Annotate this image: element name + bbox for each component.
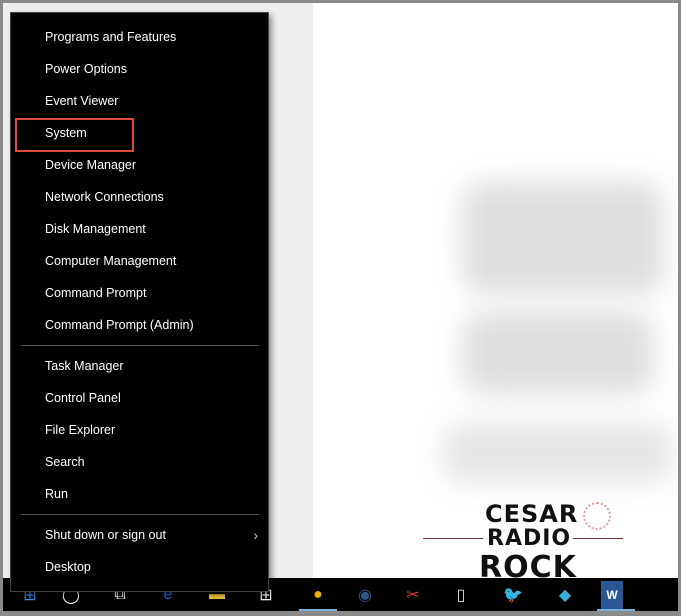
menu-item-task-manager[interactable]: Task Manager [11, 351, 268, 381]
cesar-radio-rock-logo: CESAR RADIO ROCK [423, 496, 623, 585]
menu-item-label: Device Manager [45, 158, 137, 172]
word-icon[interactable]: W [597, 581, 635, 611]
menu-item-file-explorer[interactable]: File Explorer [11, 415, 268, 445]
snipping-tool-icon[interactable]: ✂ [398, 581, 428, 609]
menu-item-shut-down-or-sign-out[interactable]: Shut down or sign out › [11, 520, 268, 550]
menu-item-run[interactable]: Run [11, 479, 268, 509]
menu-item-label: Event Viewer [45, 94, 119, 108]
menu-item-label: Search [45, 455, 85, 469]
menu-item-command-prompt[interactable]: Command Prompt [11, 278, 268, 308]
background-window [313, 3, 678, 581]
desktop: CESAR RADIO ROCK Programs and Features Po… [3, 3, 678, 611]
menu-item-network-connections[interactable]: Network Connections [11, 182, 268, 212]
menu-item-label: Command Prompt (Admin) [45, 318, 194, 332]
menu-item-label: Computer Management [45, 254, 177, 268]
menu-item-programs-and-features[interactable]: Programs and Features [11, 22, 268, 52]
menu-item-label: Disk Management [45, 222, 146, 236]
menu-item-device-manager[interactable]: Device Manager [11, 150, 268, 180]
menu-item-command-prompt-admin[interactable]: Command Prompt (Admin) [11, 310, 268, 340]
power-user-menu: Programs and Features Power Options Event … [10, 12, 269, 592]
notepad-icon[interactable]: ▯ [446, 581, 476, 609]
menu-item-event-viewer[interactable]: Event Viewer [11, 86, 268, 116]
menu-item-label: File Explorer [45, 423, 116, 437]
menu-item-label: Command Prompt [45, 286, 147, 300]
menu-item-disk-management[interactable]: Disk Management [11, 214, 268, 244]
chevron-right-icon: › [253, 527, 258, 543]
menu-item-label: Network Connections [45, 190, 164, 204]
kodi-icon[interactable]: ◆ [550, 581, 580, 609]
menu-item-power-options[interactable]: Power Options [11, 54, 268, 84]
menu-item-desktop[interactable]: Desktop [11, 552, 268, 582]
menu-item-search[interactable]: Search [11, 447, 268, 477]
steam-icon[interactable]: ◉ [350, 581, 380, 609]
menu-item-label: Run [45, 487, 68, 501]
menu-item-label: Shut down or sign out [45, 528, 166, 542]
menu-item-computer-management[interactable]: Computer Management [11, 246, 268, 276]
menu-separator [21, 514, 259, 515]
menu-item-label: Task Manager [45, 359, 124, 373]
menu-separator [21, 345, 259, 346]
chrome-icon[interactable]: ● [299, 581, 337, 611]
menu-item-label: Control Panel [45, 391, 121, 405]
highlight-box [15, 118, 134, 152]
bird-app-icon[interactable]: 🐦 [498, 581, 528, 609]
menu-item-label: Programs and Features [45, 30, 177, 44]
menu-item-label: Desktop [45, 560, 91, 574]
menu-item-control-panel[interactable]: Control Panel [11, 383, 268, 413]
menu-item-label: Power Options [45, 62, 127, 76]
